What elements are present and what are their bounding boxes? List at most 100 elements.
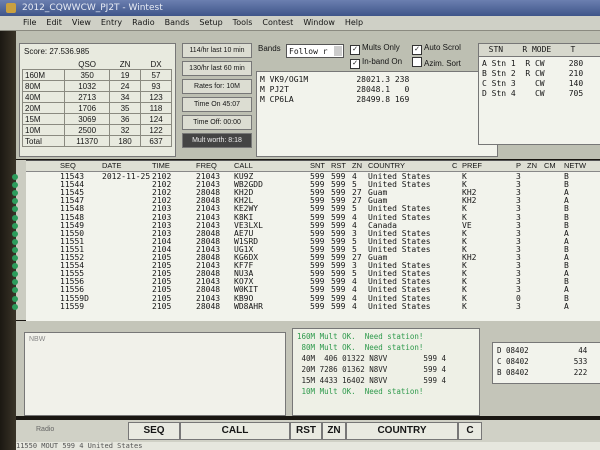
qso-status-icon bbox=[12, 230, 18, 237]
score-row: 160M 350 19 57 bbox=[21, 69, 172, 81]
score-header-row: QSO ZN DX bbox=[78, 59, 162, 69]
col-netw[interactable]: NETW bbox=[564, 161, 586, 171]
station-row: D Stn 4 CW 705 bbox=[482, 89, 584, 98]
mults-only-checkbox[interactable]: ✓ Mults Only bbox=[350, 43, 400, 55]
notes-label: NBW bbox=[29, 336, 46, 343]
qso-status-icon bbox=[12, 246, 18, 253]
mult-worth: Mult worth: 8:18 bbox=[182, 133, 252, 148]
col-rst[interactable]: RST bbox=[331, 161, 346, 171]
message-line: 15M 4433 16402 N8VV 599 4 bbox=[297, 376, 447, 385]
entry-footer: 11550 MOUT 599 4 United States bbox=[16, 442, 600, 450]
score-row: 40M 2713 34 123 bbox=[21, 91, 172, 103]
menu-bar: File Edit View Entry Radio Bands Setup Tools Con… bbox=[0, 16, 600, 31]
menu-entry[interactable]: Entry bbox=[96, 16, 127, 30]
table-row[interactable]: 11559 2105 28048 WD8AHR 599 599 4 United States… bbox=[12, 301, 600, 312]
cell-freq: 28048 bbox=[196, 301, 221, 311]
rates-for-band[interactable]: Rates for: 10M bbox=[182, 79, 252, 94]
col-pref[interactable]: PREF bbox=[462, 161, 482, 171]
time-on: Time On 45:07 bbox=[182, 97, 252, 112]
check-icon[interactable]: ✓ bbox=[412, 45, 422, 55]
checkbox-empty-icon[interactable] bbox=[412, 57, 422, 67]
cell-snt: 599 bbox=[310, 301, 325, 311]
col-c[interactable]: C bbox=[452, 161, 457, 171]
seq-field-label[interactable]: SEQ bbox=[128, 422, 180, 440]
score-label: Score: 27.536.985 bbox=[24, 47, 90, 56]
menu-setup[interactable]: Setup bbox=[194, 16, 227, 30]
dx-info-row: B 08402 222 bbox=[497, 368, 588, 377]
menu-file[interactable]: File bbox=[18, 16, 41, 30]
chevron-down-icon[interactable] bbox=[334, 46, 342, 56]
window-title: 2012_CQWWCW_PJ2T - Wintest bbox=[22, 3, 163, 13]
score-table: QSO ZN DX 160M 350 19 57 80M 1032 24 93 40M 2713 3… bbox=[21, 59, 172, 147]
call-field-label[interactable]: CALL bbox=[180, 422, 290, 440]
station-row: B Stn 2 R CW 210 bbox=[482, 69, 584, 78]
bands-label: Bands bbox=[258, 44, 281, 53]
menu-bands[interactable]: Bands bbox=[160, 16, 195, 30]
check-icon[interactable]: ✓ bbox=[350, 45, 360, 55]
rate-60min: 130/hr last 60 min bbox=[182, 61, 252, 76]
dx-info-row: D 08402 44 bbox=[497, 346, 588, 355]
title-bar: 2012_CQWWCW_PJ2T - Wintest bbox=[0, 0, 600, 16]
app-icon bbox=[6, 3, 16, 13]
spot-list[interactable]: M VK9/OG1M 28021.3 238 M PJ2T 28048.1 0 … bbox=[256, 71, 498, 157]
col-zn-mult[interactable]: ZN bbox=[527, 161, 537, 171]
menu-contest[interactable]: Contest bbox=[257, 16, 298, 30]
cell-rst: 599 bbox=[331, 301, 346, 311]
score-row: 80M 1032 24 93 bbox=[21, 80, 172, 92]
menu-edit[interactable]: Edit bbox=[41, 16, 67, 30]
cell-zn: 4 bbox=[352, 301, 357, 311]
station-header: STN R MODE T bbox=[479, 44, 600, 57]
cell-seq: 11559 bbox=[60, 301, 85, 311]
score-row: 20M 1706 35 118 bbox=[21, 102, 172, 114]
qso-status-icon bbox=[12, 255, 18, 261]
col-p[interactable]: P bbox=[516, 161, 521, 171]
message-line: 40M 406 01322 N8VV 599 4 bbox=[297, 354, 447, 363]
col-country[interactable]: COUNTRY bbox=[368, 161, 405, 171]
score-summary: Score: 27.536.985 QSO ZN DX 160M 350 19 57 80… bbox=[19, 43, 176, 157]
station-row: A Stn 1 R CW 280 bbox=[482, 59, 584, 68]
score-row: 15M 3069 36 124 bbox=[21, 113, 172, 125]
rst-field-label[interactable]: RST bbox=[290, 422, 322, 440]
spot-item[interactable]: M CP6LA 28499.8 169 bbox=[260, 95, 409, 104]
spot-item[interactable]: M PJ2T 28048.1 0 bbox=[260, 85, 409, 94]
qso-status-icon bbox=[12, 295, 18, 302]
station-row: C Stn 3 CW 140 bbox=[482, 79, 584, 88]
c-field-label[interactable]: C bbox=[458, 422, 482, 440]
time-off: Time Off: 00:00 bbox=[182, 115, 252, 130]
qso-log[interactable]: SEQ DATE TIME FREQ CALL SNT RST ZN COUNT… bbox=[12, 160, 600, 321]
col-cm[interactable]: CM bbox=[544, 161, 556, 171]
col-time[interactable]: TIME bbox=[152, 161, 170, 171]
country-field-label[interactable]: COUNTRY bbox=[346, 422, 458, 440]
spot-item[interactable]: M VK9/OG1M 28021.3 238 bbox=[260, 75, 409, 84]
cell-netw: A bbox=[564, 301, 569, 311]
cell-country: United States bbox=[368, 301, 431, 311]
message-line: 160M Mult OK. Need station! bbox=[297, 332, 424, 341]
notes-pane[interactable]: NBW bbox=[24, 332, 286, 416]
bands-select[interactable]: Follow r bbox=[286, 44, 344, 58]
col-snt[interactable]: SNT bbox=[310, 161, 325, 171]
col-zn[interactable]: ZN bbox=[352, 161, 362, 171]
menu-view[interactable]: View bbox=[67, 16, 96, 30]
station-status: STN R MODE T A Stn 1 R CW 280 B Stn 2 R … bbox=[478, 43, 600, 145]
zone-field-label[interactable]: ZN bbox=[322, 422, 346, 440]
menu-window[interactable]: Window bbox=[298, 16, 340, 30]
cell-time: 2105 bbox=[152, 301, 172, 311]
col-call[interactable]: CALL bbox=[234, 161, 253, 171]
menu-radio[interactable]: Radio bbox=[127, 16, 159, 30]
check-icon[interactable]: ✓ bbox=[350, 59, 360, 69]
col-freq[interactable]: FREQ bbox=[196, 161, 217, 171]
qso-status-icon bbox=[12, 303, 18, 310]
azim-sort-checkbox[interactable]: Azim. Sort bbox=[412, 57, 461, 68]
dx-info: D 08402 44 C 08402 533 B 08402 222 bbox=[492, 342, 600, 384]
summary-panel: Score: 27.536.985 QSO ZN DX 160M 350 19 57 80… bbox=[16, 31, 600, 159]
in-band-only-checkbox[interactable]: ✓ In-band On bbox=[350, 57, 402, 69]
cell-p: 3 bbox=[516, 301, 521, 311]
menu-help[interactable]: Help bbox=[340, 16, 368, 30]
cell-pref: K bbox=[462, 301, 467, 311]
menu-tools[interactable]: Tools bbox=[228, 16, 258, 30]
col-date[interactable]: DATE bbox=[102, 161, 121, 171]
rate-panel: 114/hr last 10 min 130/hr last 60 min Ra… bbox=[182, 43, 252, 151]
dx-info-row: C 08402 533 bbox=[497, 357, 588, 366]
col-seq[interactable]: SEQ bbox=[60, 161, 76, 171]
auto-scroll-checkbox[interactable]: ✓ Auto Scrol bbox=[412, 43, 461, 55]
